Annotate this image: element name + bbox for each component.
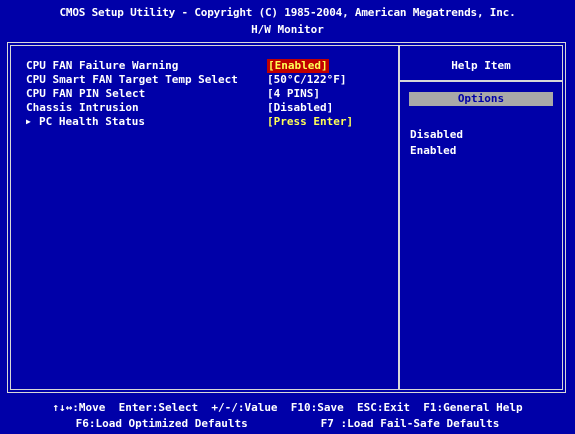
setting-value-selected[interactable]: [Enabled]: [267, 59, 329, 73]
setting-value[interactable]: [Disabled]: [267, 101, 333, 115]
setting-pc-health-status[interactable]: ▶ PC Health Status [Press Enter]: [26, 115, 396, 129]
key-help-line-2: F6:Load Optimized Defaults F7 :Load Fail…: [75, 417, 500, 430]
setting-chassis-intrusion[interactable]: Chassis Intrusion [Disabled]: [26, 101, 396, 115]
option-item[interactable]: Enabled: [410, 143, 463, 159]
setting-cpu-smart-fan-target-temp[interactable]: CPU Smart FAN Target Temp Select [50°C/1…: [26, 73, 396, 87]
setting-cpu-fan-pin-select[interactable]: CPU FAN PIN Select [4 PINS]: [26, 87, 396, 101]
setting-value[interactable]: [4 PINS]: [267, 87, 320, 101]
help-divider: [400, 80, 562, 82]
setting-label: CPU FAN PIN Select: [26, 87, 146, 100]
page-title: H/W Monitor: [251, 23, 324, 36]
setting-label: Chassis Intrusion: [26, 101, 139, 114]
options-header: Options: [409, 92, 553, 106]
app-title: CMOS Setup Utility - Copyright (C) 1985-…: [59, 6, 516, 19]
key-help-line-1: ↑↓↔:Move Enter:Select +/-/:Value F10:Sav…: [52, 401, 523, 414]
setting-label: PC Health Status: [39, 115, 145, 128]
setting-cpu-fan-failure-warning[interactable]: CPU FAN Failure Warning [Enabled]: [26, 59, 396, 73]
submenu-arrow-icon: ▶: [26, 117, 31, 126]
settings-list: CPU FAN Failure Warning [Enabled] CPU Sm…: [26, 59, 396, 129]
setting-value[interactable]: [50°C/122°F]: [267, 73, 346, 87]
help-item-title: Help Item: [451, 59, 511, 72]
title-bar: CMOS Setup Utility - Copyright (C) 1985-…: [0, 0, 575, 40]
panel-divider: [398, 46, 400, 390]
setting-label: CPU Smart FAN Target Temp Select: [26, 73, 238, 86]
option-item[interactable]: Disabled: [410, 127, 463, 143]
setting-value[interactable]: [Press Enter]: [267, 115, 353, 129]
setting-label: CPU FAN Failure Warning: [26, 59, 179, 72]
options-list: Disabled Enabled: [410, 127, 463, 159]
